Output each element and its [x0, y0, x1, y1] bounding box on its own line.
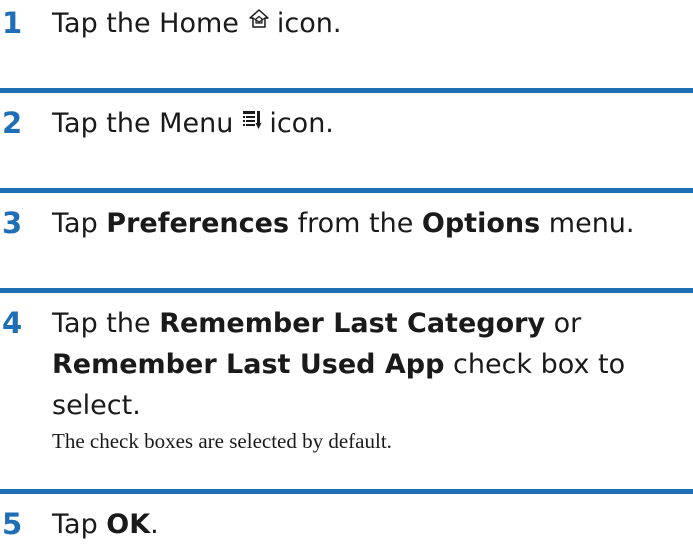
step-instruction-line-3: select. — [52, 387, 141, 425]
instruction-text: Tap — [52, 208, 107, 239]
instruction-text: or — [545, 308, 582, 339]
step-divider — [0, 188, 693, 193]
instruction-text: icon. — [269, 108, 334, 139]
instruction-text: select. — [52, 390, 141, 421]
step-number: 3 — [2, 206, 23, 240]
step-note: The check boxes are selected by default. — [52, 429, 392, 453]
step-divider — [0, 489, 693, 494]
instruction-text: from the — [289, 208, 422, 239]
instruction-text: check box to — [444, 349, 626, 380]
step-number: 1 — [2, 6, 23, 40]
instruction-text: Tap the Menu — [52, 108, 234, 139]
step-instruction: Tap the Menu icon. — [52, 105, 334, 144]
menu-icon — [241, 104, 263, 142]
instruction-text: . — [150, 509, 159, 540]
instruction-text: Tap the — [52, 308, 160, 339]
step-divider — [0, 88, 693, 93]
ui-term: OK — [106, 509, 151, 540]
step-instruction: Tap OK. — [52, 506, 159, 544]
ui-term: Remember Last Used App — [52, 349, 445, 380]
instruction-text: icon. — [276, 8, 342, 39]
ui-term: Preferences — [106, 208, 290, 239]
step-number: 2 — [2, 106, 23, 140]
home-icon — [247, 4, 271, 42]
instruction-text: menu. — [540, 208, 635, 239]
step-instruction-line-1: Tap the Remember Last Category or — [52, 305, 581, 343]
step-instruction-line-2: Remember Last Used App check box to — [52, 346, 625, 384]
step-instruction: Tap Preferences from the Options menu. — [52, 205, 635, 243]
ui-term: Options — [421, 208, 541, 239]
step-instruction: Tap the Home icon. — [52, 5, 341, 44]
step-number: 5 — [2, 507, 23, 541]
instruction-text: Tap the Home — [52, 8, 239, 39]
step-divider — [0, 288, 693, 293]
step-number: 4 — [2, 306, 23, 340]
instruction-text: Tap — [52, 509, 107, 540]
ui-term: Remember Last Category — [159, 308, 546, 339]
